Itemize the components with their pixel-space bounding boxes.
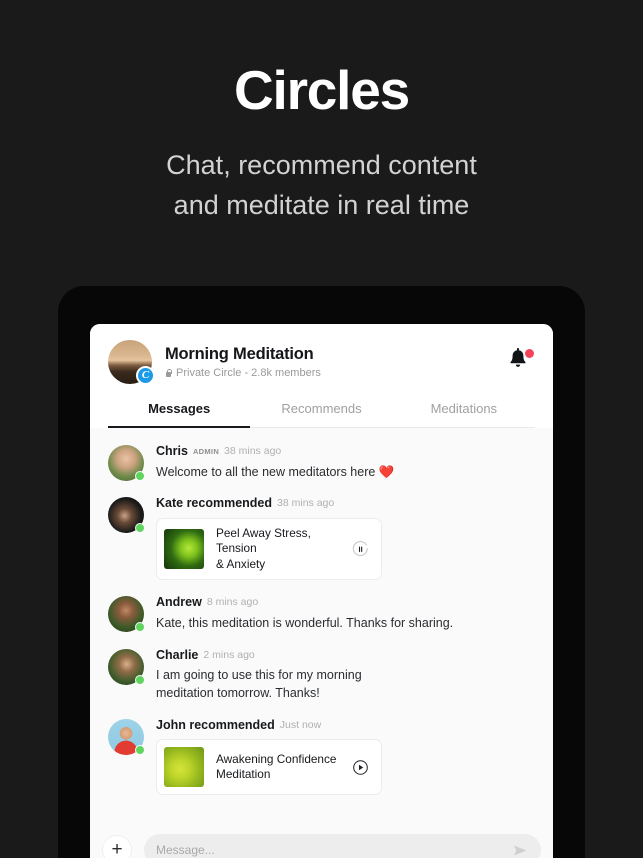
- online-status-dot: [135, 744, 145, 755]
- message-list[interactable]: Chris ADMIN 38 mins ago Welcome to all t…: [90, 428, 553, 796]
- message-item: Andrew 8 mins ago Kate, this meditation …: [108, 595, 535, 633]
- recommendation-title: Awakening Confidence Meditation: [216, 752, 340, 783]
- message-header: Andrew 8 mins ago: [156, 596, 535, 609]
- notification-badge-dot: [525, 349, 534, 358]
- app-screen: C Morning Meditation Private Circle - 2.…: [90, 324, 553, 858]
- message-text: Welcome to all the new meditators here ❤…: [156, 464, 395, 479]
- add-attachment-button[interactable]: +: [102, 835, 132, 858]
- online-status-dot: [135, 471, 145, 481]
- recommendation-title-line-2: & Anxiety: [216, 556, 266, 571]
- online-status-dot: [135, 523, 145, 534]
- circle-title: Morning Meditation: [165, 345, 314, 363]
- app-header: C Morning Meditation Private Circle - 2.…: [90, 324, 553, 428]
- recommendation-title-line-1: Awakening Confidence: [216, 751, 337, 766]
- circle-avatar[interactable]: C: [108, 340, 155, 385]
- message-author: Chris: [156, 444, 188, 458]
- avatar[interactable]: [108, 445, 145, 481]
- message-body: Andrew 8 mins ago Kate, this meditation …: [156, 595, 535, 632]
- tablet-device-frame: C Morning Meditation Private Circle - 2.…: [58, 286, 585, 858]
- recommendation-title-line-2: Meditation: [216, 767, 271, 782]
- send-icon[interactable]: [512, 842, 529, 858]
- message-input-container[interactable]: [144, 834, 541, 858]
- message-timestamp: 38 mins ago: [224, 445, 282, 457]
- promo-subtitle-line-2: and meditate in real time: [173, 189, 470, 220]
- message-timestamp: Just now: [279, 718, 322, 731]
- notifications-button[interactable]: [507, 347, 535, 377]
- avatar[interactable]: [108, 718, 145, 755]
- promo-subtitle-line-1: Chat, recommend content: [166, 149, 477, 180]
- online-status-dot: [135, 622, 145, 633]
- avatar[interactable]: [108, 497, 145, 534]
- recommendation-thumbnail: [164, 529, 204, 570]
- message-text: I am going to use this for my morning me…: [156, 668, 362, 700]
- recommendation-title: Peel Away Stress, Tension & Anxiety: [216, 526, 340, 573]
- recommendation-thumbnail: [164, 747, 204, 788]
- play-icon[interactable]: [352, 759, 369, 776]
- recommendation-card[interactable]: Peel Away Stress, Tension & Anxiety: [156, 517, 382, 581]
- admin-badge: ADMIN: [192, 446, 220, 456]
- message-input[interactable]: [156, 843, 512, 857]
- message-timestamp: 8 mins ago: [206, 596, 259, 609]
- recommendation-title-line-1: Peel Away Stress, Tension: [216, 525, 311, 556]
- message-timestamp: 38 mins ago: [277, 497, 335, 510]
- recommendation-card[interactable]: Awakening Confidence Meditation: [156, 739, 382, 796]
- circle-meta: Morning Meditation Private Circle - 2.8k…: [165, 345, 494, 379]
- message-timestamp: 2 mins ago: [203, 648, 255, 661]
- tab-bar: Messages Recommends Meditations: [108, 401, 535, 428]
- message-item: Chris ADMIN 38 mins ago Welcome to all t…: [108, 444, 535, 481]
- message-header: John recommended Just now: [156, 719, 535, 732]
- message-item: John recommended Just now Awakening Conf…: [108, 718, 535, 796]
- message-text: Kate, this meditation is wonderful. Than…: [156, 615, 454, 630]
- message-author: Andrew: [156, 595, 202, 610]
- lock-icon: [165, 369, 173, 378]
- message-item: Charlie 2 mins ago I am going to use thi…: [108, 648, 535, 703]
- message-header: Charlie 2 mins ago: [156, 649, 535, 662]
- message-composer: +: [90, 826, 553, 858]
- page-title: Circles: [233, 59, 410, 121]
- avatar[interactable]: [108, 648, 145, 685]
- circle-subtitle: Private Circle - 2.8k members: [165, 367, 494, 379]
- tab-meditations[interactable]: Meditations: [393, 401, 535, 427]
- pause-icon[interactable]: [352, 540, 369, 558]
- message-author: John recommended: [156, 717, 275, 732]
- tab-messages[interactable]: Messages: [108, 401, 251, 428]
- message-header: Kate recommended 38 mins ago: [156, 497, 535, 510]
- message-author: Kate recommended: [156, 496, 273, 511]
- message-body: Kate recommended 38 mins ago Peel Away S…: [156, 496, 535, 581]
- avatar[interactable]: [108, 596, 145, 633]
- message-body: Charlie 2 mins ago I am going to use thi…: [156, 648, 535, 703]
- circle-subtitle-text: Private Circle - 2.8k members: [176, 367, 321, 379]
- tab-recommends[interactable]: Recommends: [250, 401, 392, 427]
- message-author: Charlie: [156, 647, 199, 662]
- message-header: Chris ADMIN 38 mins ago: [156, 445, 535, 458]
- message-body: Chris ADMIN 38 mins ago Welcome to all t…: [156, 444, 535, 481]
- promo-subtitle: Chat, recommend content and meditate in …: [0, 146, 643, 226]
- message-item: Kate recommended 38 mins ago Peel Away S…: [108, 496, 535, 581]
- message-body: John recommended Just now Awakening Conf…: [156, 718, 535, 796]
- online-status-dot: [135, 674, 145, 685]
- promo-header: Circles Chat, recommend content and medi…: [0, 0, 643, 226]
- circle-badge-icon: C: [136, 366, 155, 385]
- circle-header-row: C Morning Meditation Private Circle - 2.…: [108, 340, 535, 385]
